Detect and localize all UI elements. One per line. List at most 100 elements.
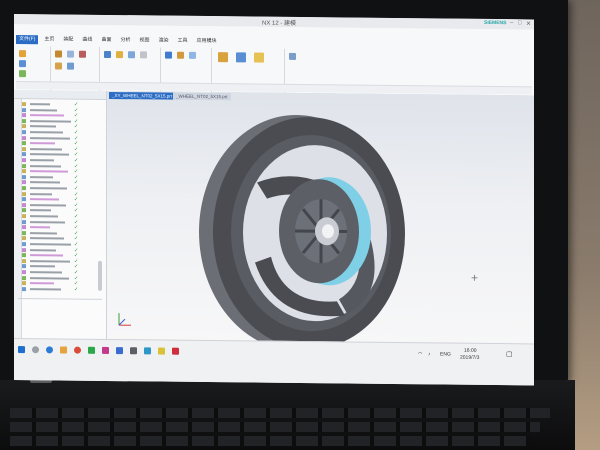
feature-label (30, 125, 56, 128)
feature-label (30, 231, 57, 235)
feature-label (30, 226, 50, 229)
feature-label (30, 209, 51, 212)
brand-label: SIEMENS (484, 19, 507, 27)
feature-icon (22, 202, 26, 207)
feature-icon (22, 130, 26, 135)
feature-label (30, 114, 64, 117)
folder-icon[interactable] (60, 346, 67, 354)
shell-icon[interactable] (128, 51, 135, 59)
ribbon-tab-analysis[interactable]: 分析 (117, 36, 133, 45)
ribbon-tab-home[interactable]: 主页 (41, 35, 57, 44)
maximize-button[interactable]: □ (518, 20, 522, 26)
feature-icon (22, 180, 26, 185)
app-icon[interactable] (158, 347, 165, 355)
feature-icon (22, 107, 26, 112)
datum-icon[interactable] (19, 60, 26, 68)
feature-icon (22, 158, 26, 163)
feature-icon (22, 275, 26, 280)
volume-icon[interactable]: ♪ (428, 351, 431, 357)
minimize-button[interactable]: – (510, 20, 513, 26)
input-language[interactable]: ENG (440, 351, 451, 357)
feature-label (30, 181, 60, 184)
app-icon[interactable] (130, 347, 137, 355)
feature-label (30, 198, 59, 201)
more-icon[interactable] (289, 52, 296, 60)
unite-icon[interactable] (55, 62, 62, 70)
crosshair-icon: + (471, 270, 479, 285)
trim-icon[interactable] (189, 51, 196, 59)
navigator-divider (18, 298, 102, 300)
axle-hole (322, 224, 334, 239)
tree-row[interactable]: ✓ (22, 286, 102, 293)
close-button[interactable]: ✕ (526, 20, 531, 27)
sketch-icon[interactable] (19, 50, 26, 58)
draft-icon[interactable] (140, 51, 147, 59)
wifi-icon[interactable]: ◠ (418, 351, 422, 357)
notification-icon[interactable]: ▢ (506, 350, 513, 358)
feature-icon (22, 124, 26, 129)
feature-label (30, 187, 67, 190)
feature-label (30, 215, 58, 218)
browser-icon[interactable] (46, 346, 53, 354)
ribbon-tab-view[interactable]: 视图 (136, 36, 152, 45)
mirror-icon[interactable] (116, 51, 123, 59)
feature-icon (22, 270, 26, 275)
point-icon[interactable] (19, 70, 26, 78)
pattern-icon[interactable] (104, 50, 111, 59)
feature-label (30, 153, 69, 156)
windows-icon[interactable] (18, 346, 25, 354)
ribbon-tab-curve[interactable]: 曲线 (79, 36, 95, 45)
app-icon[interactable] (88, 346, 95, 354)
feature-icon (22, 258, 26, 263)
feature-icon (22, 141, 26, 146)
hole-icon[interactable] (79, 50, 86, 58)
offset-icon[interactable] (254, 52, 264, 63)
feature-icon (22, 236, 26, 241)
feature-label (30, 282, 54, 285)
feature-icon (22, 230, 26, 235)
csys-triad (118, 313, 131, 326)
ribbon: 文件(F) 主页 装配 曲线 曲面 分析 视图 渲染 工具 应用模块 (14, 24, 534, 99)
clock-time[interactable]: 16:00 (464, 348, 477, 354)
extrude-icon[interactable] (55, 50, 62, 58)
ribbon-tab-tools[interactable]: 工具 (175, 37, 191, 46)
ribbon-tab-assembly[interactable]: 装配 (60, 35, 76, 44)
key-row (10, 408, 550, 418)
laptop-screen: NX 12 - 建模 SIEMENS – □ ✕ 文件(F) 主页 装配 曲线 … (14, 14, 534, 386)
app-icon[interactable] (116, 347, 123, 355)
feature-icon (22, 247, 26, 252)
feature-icon (22, 242, 26, 247)
chamfer-icon[interactable] (177, 51, 184, 59)
ribbon-tab-apps[interactable]: 应用模块 (194, 37, 220, 46)
feature-label (30, 287, 61, 291)
check-icon: ✓ (74, 286, 79, 293)
clock-date[interactable]: 2019/7/3 (460, 355, 479, 361)
feature-label (30, 271, 62, 274)
app-icon[interactable] (74, 346, 81, 354)
sync-modeling-icon[interactable] (218, 52, 228, 63)
ribbon-tab-render[interactable]: 渲染 (155, 36, 171, 45)
feature-icon (22, 163, 26, 168)
app-icon[interactable] (102, 346, 109, 354)
graphics-window[interactable]: _XY_WHEEL_NT02_5X15.prt _WHEEL_NT02_5X15… (107, 90, 534, 344)
key-row (10, 436, 530, 446)
part-navigator: ✓ ✓ ✓ ✓ ✓ ✓ ✓ ✓ ✓ ✓ ✓ ✓ ✓ ✓ ✓ ✓ ✓ ✓ ✓ ✓ ✓ ✓ ✓ ✓ ✓ ✓ ✓ ✓ ✓ ✓ ✓ ✓ ✓ ✓ (14, 90, 107, 339)
move-face-icon[interactable] (236, 52, 246, 63)
search-icon[interactable] (32, 346, 39, 354)
blend-icon[interactable] (165, 51, 172, 59)
feature-label (30, 192, 52, 195)
feature-icon (22, 174, 26, 179)
feature-label (30, 220, 65, 224)
revolve-icon[interactable] (67, 50, 74, 58)
app-icon[interactable] (144, 347, 151, 355)
feature-icon (22, 286, 26, 291)
feature-icon (22, 264, 26, 269)
feature-icon (22, 214, 26, 219)
ribbon-tab-surface[interactable]: 曲面 (98, 36, 114, 45)
feature-label (30, 131, 63, 134)
ribbon-tab-file[interactable]: 文件(F) (16, 35, 39, 45)
app-icon[interactable] (172, 347, 179, 355)
feature-icon (22, 197, 26, 202)
ribbon-tabs: 文件(F) 主页 装配 曲线 曲面 分析 视图 渲染 工具 应用模块 (16, 35, 220, 46)
subtract-icon[interactable] (67, 62, 74, 70)
